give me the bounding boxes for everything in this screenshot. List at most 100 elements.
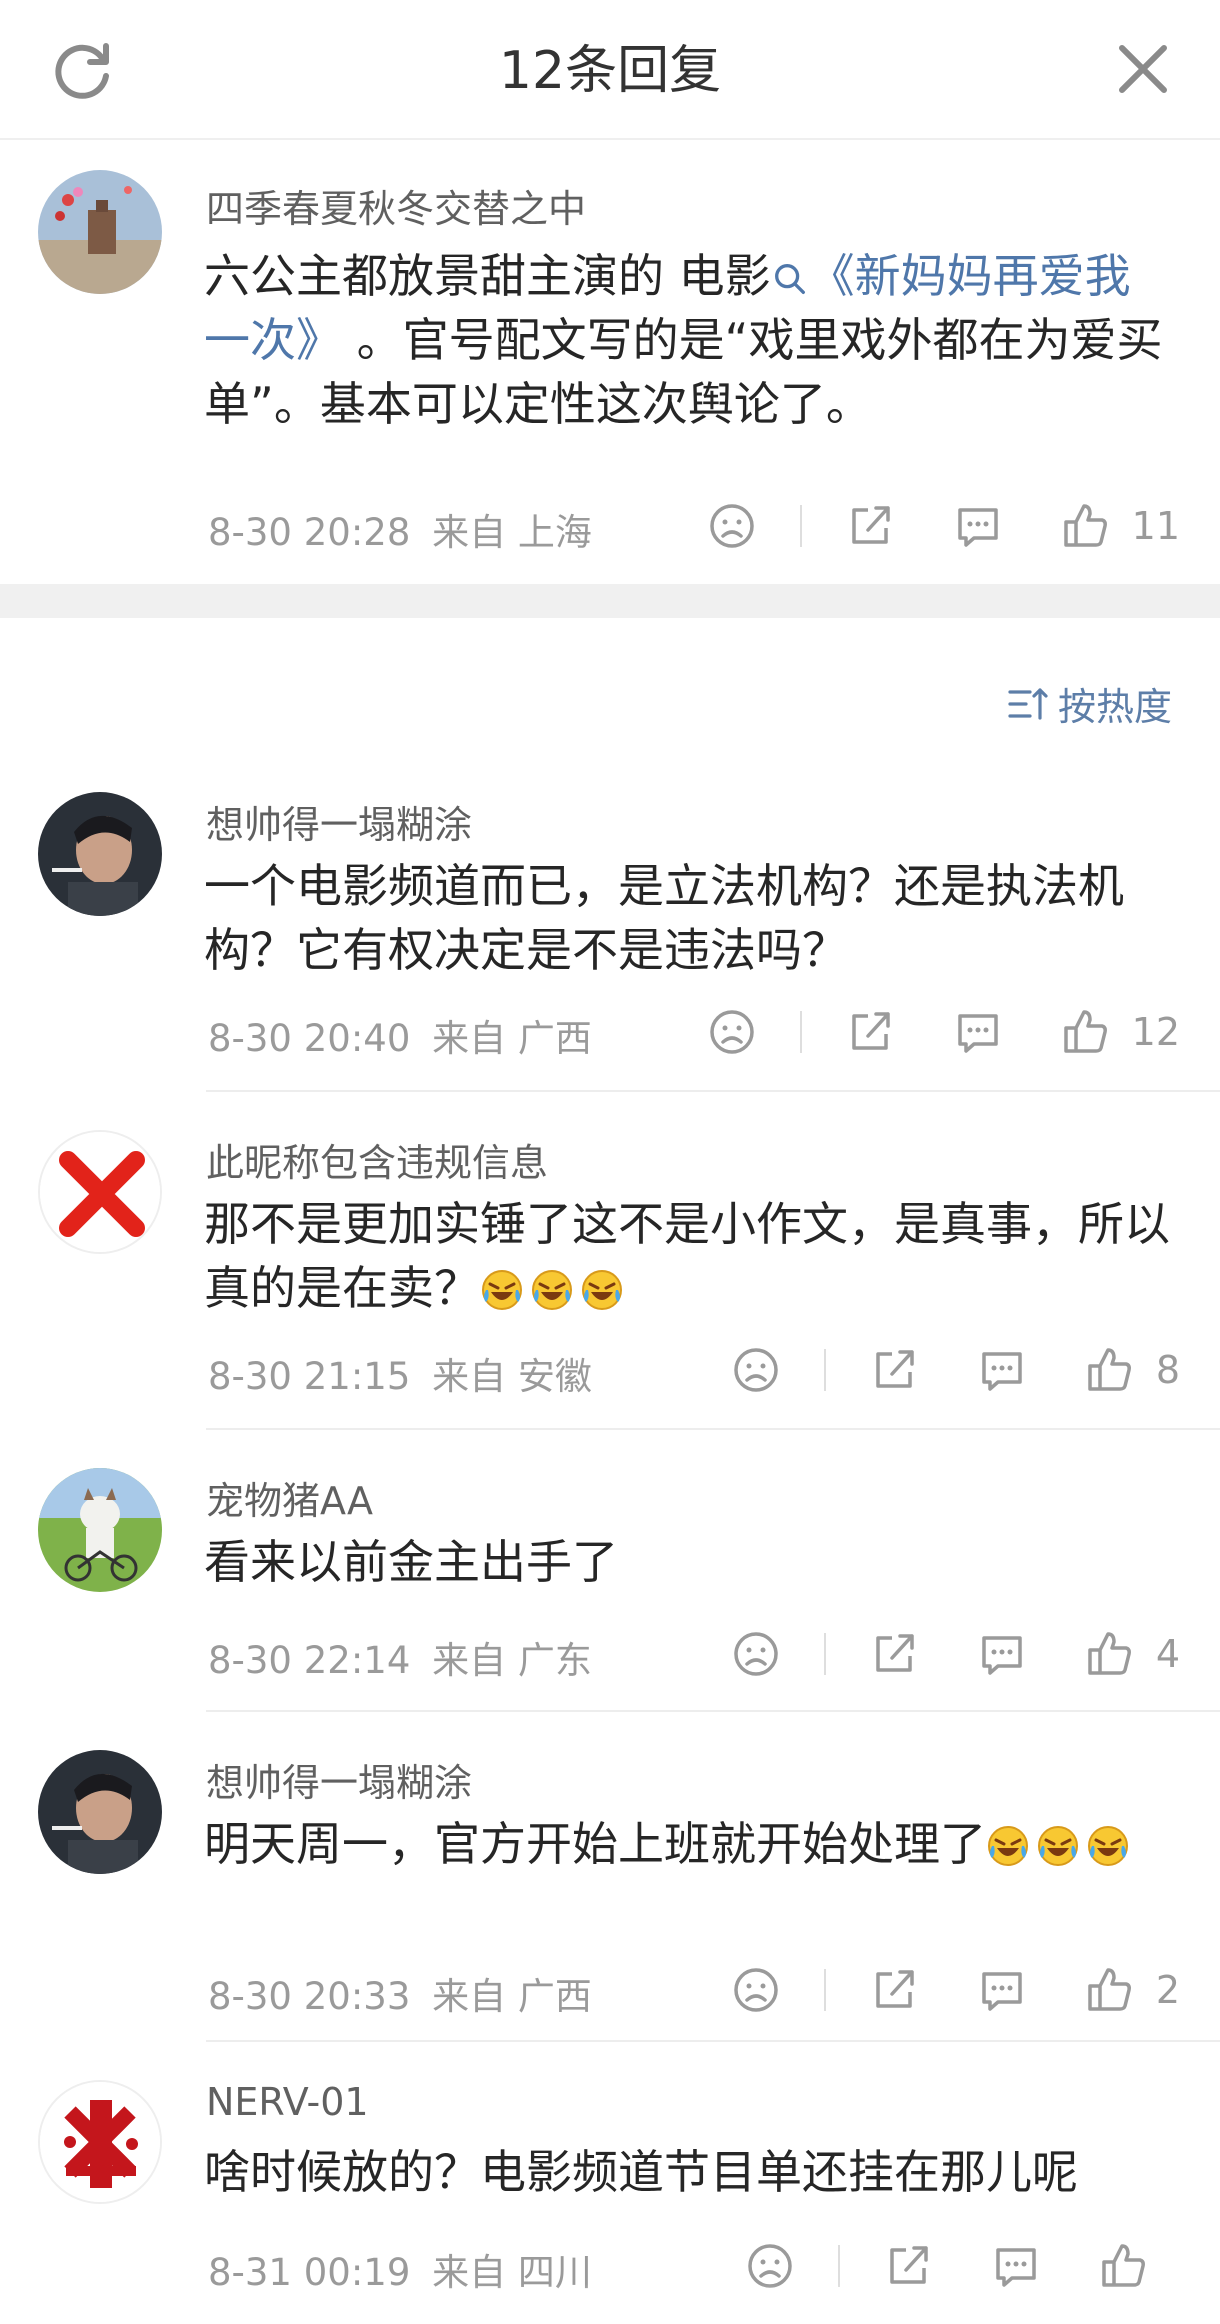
bottom-fade [0, 2284, 1220, 2324]
share-icon [876, 1350, 914, 1388]
dislike-button[interactable] [728, 1962, 784, 2018]
action-row: 11 [704, 496, 1180, 556]
sort-button[interactable]: 按热度 [1006, 676, 1172, 731]
post-location: 来自 上海 [432, 511, 592, 554]
reply-text: 明天周一，官方开始上班就开始处理了 [204, 1812, 1174, 1876]
share-button[interactable] [866, 1626, 922, 1682]
action-row: 12 [704, 1002, 1180, 1062]
laugh-cry-emoji [532, 1270, 572, 1310]
dislike-button[interactable] [728, 1342, 784, 1398]
reply-meta: 8-30 22:14 来自 广东 [208, 1630, 592, 1684]
reply-location: 来自 广东 [432, 1639, 592, 1682]
sort-label: 按热度 [1057, 685, 1172, 729]
action-divider [838, 2245, 840, 2287]
comment-icon [957, 508, 998, 547]
action-divider [823, 1969, 826, 2011]
reply-item: 此昵称包含违规信息 那不是更加实锤了这不是小作文，是真事，所以真的是在卖？ 8-… [0, 1128, 1220, 1434]
reply-text: 啥时候放的？电影频道节目单还挂在那儿呢 [204, 2145, 1078, 2199]
reply-item: 想帅得一塌糊涂 一个电影频道而已，是立法机构？还是执法机构？它有权决定是不是违法… [0, 790, 1220, 1096]
reply-location: 来自 广西 [432, 1975, 592, 2018]
action-divider [823, 1349, 826, 1391]
section-separator [0, 584, 1220, 618]
divider [206, 1710, 1220, 1712]
dislike-button[interactable] [728, 1626, 784, 1682]
share-button[interactable] [866, 1342, 922, 1398]
reply-location: 来自 安徽 [432, 1355, 592, 1398]
comment-icon [982, 1972, 1022, 2011]
avatar[interactable] [38, 170, 162, 294]
comment-button[interactable] [950, 1004, 1006, 1060]
like-button[interactable] [1082, 1626, 1138, 1682]
header-bar: 12条回复 [0, 0, 1220, 140]
post-text-after: 。官号配文写的是“戏里戏外都在为爱买单”。基本可以定性这次舆论了。 [204, 313, 1163, 431]
avatar[interactable] [38, 1750, 162, 1874]
thumbs-up-icon [1088, 1632, 1131, 1675]
post-text-before: 六公主都放景甜主演的 电影 [204, 249, 771, 303]
like-count: 8 [1155, 1348, 1180, 1392]
username[interactable]: 想帅得一塌糊涂 [206, 794, 472, 849]
comment-icon [982, 1636, 1022, 1675]
reply-meta: 8-30 20:40 来自 广西 [208, 1008, 592, 1062]
comment-button[interactable] [974, 1626, 1030, 1682]
close-icon[interactable] [1112, 38, 1174, 100]
like-button[interactable] [1082, 1342, 1138, 1398]
reply-time: 8-30 20:40 [208, 1017, 411, 1060]
like-button[interactable] [1058, 498, 1114, 554]
thumbs-up-icon [1088, 1348, 1131, 1391]
action-divider [799, 1011, 802, 1053]
comment-button[interactable] [974, 1962, 1030, 2018]
frown-icon [734, 1968, 778, 2012]
like-button[interactable] [1082, 1962, 1138, 2018]
share-button[interactable] [842, 498, 898, 554]
action-row: 2 [728, 1960, 1180, 2020]
reply-text: 那不是更加实锤了这不是小作文，是真事，所以真的是在卖？ [204, 1192, 1174, 1320]
reply-item: 想帅得一塌糊涂 明天周一，官方开始上班就开始处理了 8-30 20:33 来自 … [0, 1748, 1220, 2054]
share-icon [851, 506, 890, 544]
thumbs-up-icon [1063, 1010, 1107, 1053]
post-meta: 8-30 20:28 来自 上海 [208, 502, 592, 556]
comment-button[interactable] [974, 1342, 1030, 1398]
laugh-cry-emoji [1088, 1826, 1128, 1866]
reply-time: 8-30 21:15 [208, 1355, 411, 1398]
username[interactable]: 此昵称包含违规信息 [206, 1132, 548, 1187]
share-icon [851, 1012, 890, 1050]
avatar[interactable] [38, 792, 162, 916]
post-text: 六公主都放景甜主演的 电影 《新妈妈再爱我一次》 。官号配文写的是“戏里戏外都在为… [204, 244, 1174, 436]
main-post: 四季春夏秋冬交替之中 六公主都放景甜主演的 电影 《新妈妈再爱我一次》 。官号配文… [0, 140, 1220, 584]
frown-icon [734, 1632, 778, 1676]
action-row: 8 [728, 1340, 1180, 1400]
username[interactable]: 想帅得一塌糊涂 [206, 1752, 472, 1807]
reply-meta: 8-30 21:15 来自 安徽 [208, 1346, 592, 1400]
username[interactable]: 四季春夏秋冬交替之中 [206, 178, 586, 233]
comment-icon [957, 1014, 998, 1053]
sort-icon [1008, 687, 1048, 720]
like-count: 2 [1155, 1968, 1180, 2012]
thumbs-up-icon [1063, 504, 1107, 547]
avatar[interactable] [38, 2080, 162, 2204]
share-icon [876, 1970, 914, 2008]
reply-meta: 8-30 20:33 来自 广西 [208, 1966, 592, 2020]
reply-location: 来自 广西 [432, 1017, 592, 1060]
reply-text-body: 明天周一，官方开始上班就开始处理了 [204, 1817, 986, 1871]
action-row: 4 [728, 1624, 1180, 1684]
username[interactable]: NERV-01 [206, 2080, 369, 2124]
like-button[interactable] [1058, 1004, 1114, 1060]
laugh-cry-emoji [482, 1270, 522, 1310]
laugh-cry-emoji [1038, 1826, 1078, 1866]
page-title: 12条回复 [498, 41, 722, 101]
username[interactable]: 宠物猪AA [206, 1470, 373, 1525]
thumbs-up-icon [1088, 1968, 1131, 2011]
frown-icon [709, 504, 754, 548]
frown-icon [709, 1010, 754, 1054]
comment-button[interactable] [950, 498, 1006, 554]
reply-item: 宠物猪AA 看来以前金主出手了 8-30 22:14 来自 广东 4 [0, 1466, 1220, 1716]
dislike-button[interactable] [704, 498, 760, 554]
like-count: 11 [1131, 504, 1180, 548]
avatar[interactable] [38, 1130, 162, 1254]
reply-text: 看来以前金主出手了 [204, 1535, 618, 1589]
laugh-cry-emoji [582, 1270, 622, 1310]
dislike-button[interactable] [704, 1004, 760, 1060]
share-button[interactable] [866, 1962, 922, 2018]
avatar[interactable] [38, 1468, 162, 1592]
share-button[interactable] [842, 1004, 898, 1060]
